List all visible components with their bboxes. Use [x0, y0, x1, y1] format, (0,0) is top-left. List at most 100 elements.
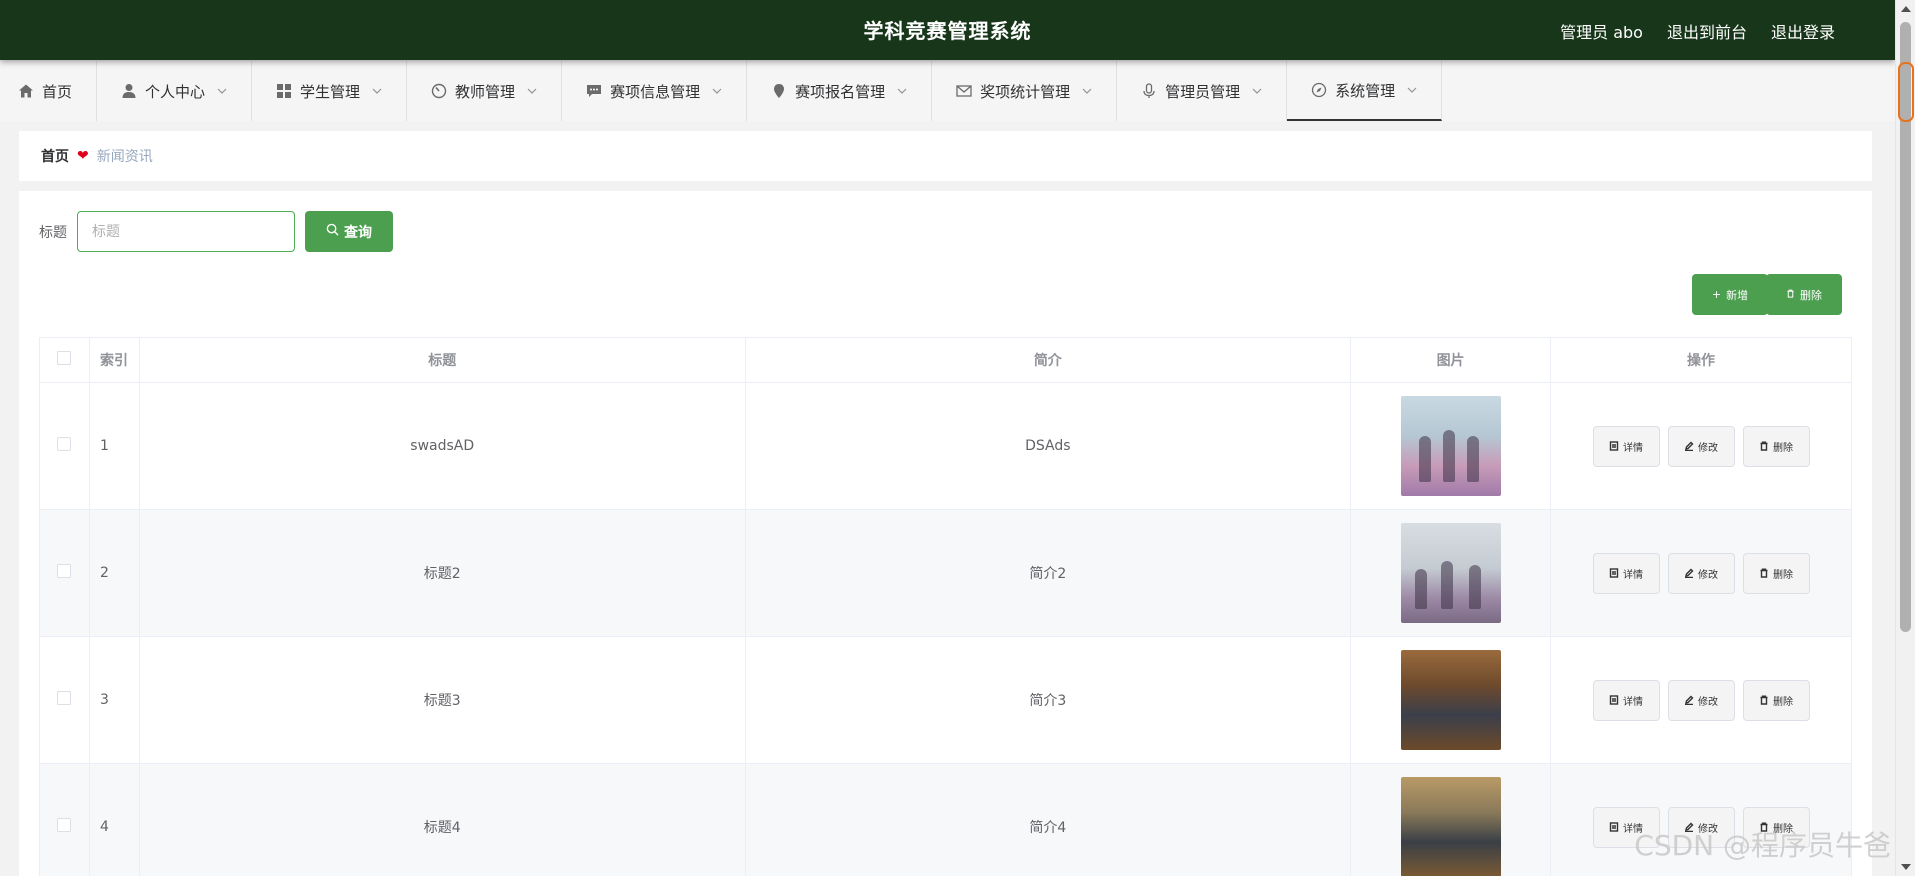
delete-button-label: 删除 [1773, 442, 1794, 454]
row-select-cell [39, 763, 90, 876]
breadcrumb: 首页 ❤ 新闻资讯 [19, 131, 1872, 181]
nav-item-label: 系统管理 [1335, 81, 1396, 100]
chevron-down-icon [372, 86, 382, 96]
edit-button[interactable]: 修改 [1667, 679, 1735, 721]
nav-item-label: 学生管理 [300, 82, 361, 101]
row-thumbnail[interactable] [1400, 523, 1501, 623]
row-thumbnail[interactable] [1400, 396, 1501, 496]
edit-button[interactable]: 修改 [1667, 425, 1735, 467]
row-image-cell [1350, 763, 1552, 876]
back-to-front-link[interactable]: 退出到前台 [1667, 19, 1747, 43]
row-select-cell [39, 636, 90, 764]
row-image-cell [1350, 382, 1552, 510]
chevron-down-icon [1252, 86, 1262, 96]
detail-button[interactable]: 详情 [1592, 552, 1660, 594]
row-intro: 简介2 [744, 509, 1352, 637]
row-intro: 简介4 [744, 763, 1352, 876]
chevron-down-icon [527, 86, 537, 96]
detail-button-label: 详情 [1623, 442, 1644, 454]
nav-item-admin[interactable]: 管理员管理 [1117, 61, 1288, 121]
row-actions: 详情 修改 删除 [1550, 382, 1852, 510]
edit-button[interactable]: 修改 [1667, 552, 1735, 594]
row-index: 1 [88, 382, 140, 510]
nav-item-system[interactable]: 系统管理 [1287, 61, 1443, 121]
batch-delete-button[interactable]: 删除 [1766, 274, 1842, 315]
delete-button-label: 删除 [1773, 696, 1794, 708]
heart-icon: ❤ [77, 148, 89, 164]
grid-icon [276, 83, 292, 99]
row-thumbnail[interactable] [1400, 650, 1501, 750]
row-title: 标题4 [138, 763, 746, 876]
scroll-down-arrow-icon[interactable] [1901, 864, 1911, 870]
title-search-input[interactable] [77, 211, 295, 252]
detail-button[interactable]: 详情 [1592, 679, 1660, 721]
add-button[interactable]: + 新增 [1692, 274, 1768, 315]
header-actions: 管理员 abo 退出到前台 退出登录 [1560, 0, 1835, 62]
nav-item-event-info[interactable]: 赛项信息管理 [562, 61, 748, 121]
row-image-cell [1350, 636, 1552, 764]
delete-button[interactable]: 删除 [1742, 552, 1810, 594]
page-scrollbar[interactable] [1895, 0, 1915, 876]
edit-button-label: 修改 [1698, 696, 1719, 708]
logout-link[interactable]: 退出登录 [1771, 19, 1835, 43]
row-checkbox[interactable] [57, 691, 72, 705]
row-checkbox[interactable] [57, 818, 72, 832]
trash-icon [1760, 568, 1768, 578]
table-row: 3 标题3 简介3 详情 修改 删除 [39, 636, 1852, 764]
table-toolbar: + 新增 删除 [1692, 274, 1842, 315]
scroll-up-arrow-icon[interactable] [1901, 6, 1911, 12]
edit-button-label: 修改 [1698, 442, 1719, 454]
detail-button-label: 详情 [1623, 569, 1644, 581]
detail-button[interactable]: 详情 [1592, 425, 1660, 467]
search-button[interactable]: 查询 [305, 211, 393, 252]
edit-button-label: 修改 [1698, 569, 1719, 581]
top-header: 学科竞赛管理系统 管理员 abo 退出到前台 退出登录 [0, 0, 1895, 60]
row-intro: 简介3 [744, 636, 1352, 764]
nav-item-teachers[interactable]: 教师管理 [407, 61, 563, 121]
add-button-label: 新增 [1726, 288, 1749, 302]
chevron-down-icon [1082, 86, 1092, 96]
nav-item-students[interactable]: 学生管理 [252, 61, 408, 121]
row-index: 3 [88, 636, 140, 764]
column-header-actions: 操作 [1550, 337, 1852, 383]
location-icon [771, 83, 787, 99]
delete-button-label: 删除 [1773, 569, 1794, 581]
nav-item-label: 教师管理 [455, 82, 516, 101]
search-button-label: 查询 [344, 224, 372, 241]
select-all-cell [39, 337, 90, 383]
chevron-down-icon [1407, 85, 1417, 95]
nav-item-home[interactable]: 首页 [0, 61, 98, 121]
breadcrumb-home[interactable]: 首页 [41, 146, 69, 166]
row-index: 2 [88, 509, 140, 637]
row-actions: 详情 修改 删除 [1550, 636, 1852, 764]
nav-item-label: 奖项统计管理 [980, 82, 1071, 101]
document-icon [1609, 822, 1619, 832]
watermark: CSDN @程序员牛爸 [1634, 829, 1891, 862]
delete-button[interactable]: 删除 [1742, 679, 1810, 721]
table-header-row: 索引 标题 简介 图片 操作 [39, 337, 1852, 383]
row-select-cell [39, 509, 90, 637]
delete-button[interactable]: 删除 [1742, 425, 1810, 467]
row-title: 标题3 [138, 636, 746, 764]
table-row: 4 标题4 简介4 详情 修改 删除 [39, 763, 1852, 876]
row-image-cell [1350, 509, 1552, 637]
search-label: 标题 [39, 224, 67, 241]
nav-item-award-stats[interactable]: 奖项统计管理 [932, 61, 1118, 121]
nav-item-event-registration[interactable]: 赛项报名管理 [747, 61, 933, 121]
row-thumbnail[interactable] [1400, 777, 1501, 876]
pencil-icon [1685, 441, 1694, 451]
nav-item-label: 个人中心 [145, 82, 206, 101]
current-user: 管理员 abo [1560, 23, 1643, 42]
row-checkbox[interactable] [57, 564, 72, 578]
chevron-down-icon [217, 86, 227, 96]
nav-item-personal-center[interactable]: 个人中心 [97, 61, 253, 121]
compass-icon [1311, 82, 1327, 98]
select-all-checkbox[interactable] [57, 351, 72, 365]
trash-icon [1760, 695, 1768, 705]
nav-item-label: 首页 [42, 82, 73, 101]
plus-icon: + [1711, 288, 1722, 301]
row-select-cell [39, 382, 90, 510]
row-index: 4 [88, 763, 140, 876]
row-checkbox[interactable] [57, 437, 72, 451]
news-table: 索引 标题 简介 图片 操作 1 swadsAD DSAds 详情 修改 删除 … [39, 337, 1852, 876]
